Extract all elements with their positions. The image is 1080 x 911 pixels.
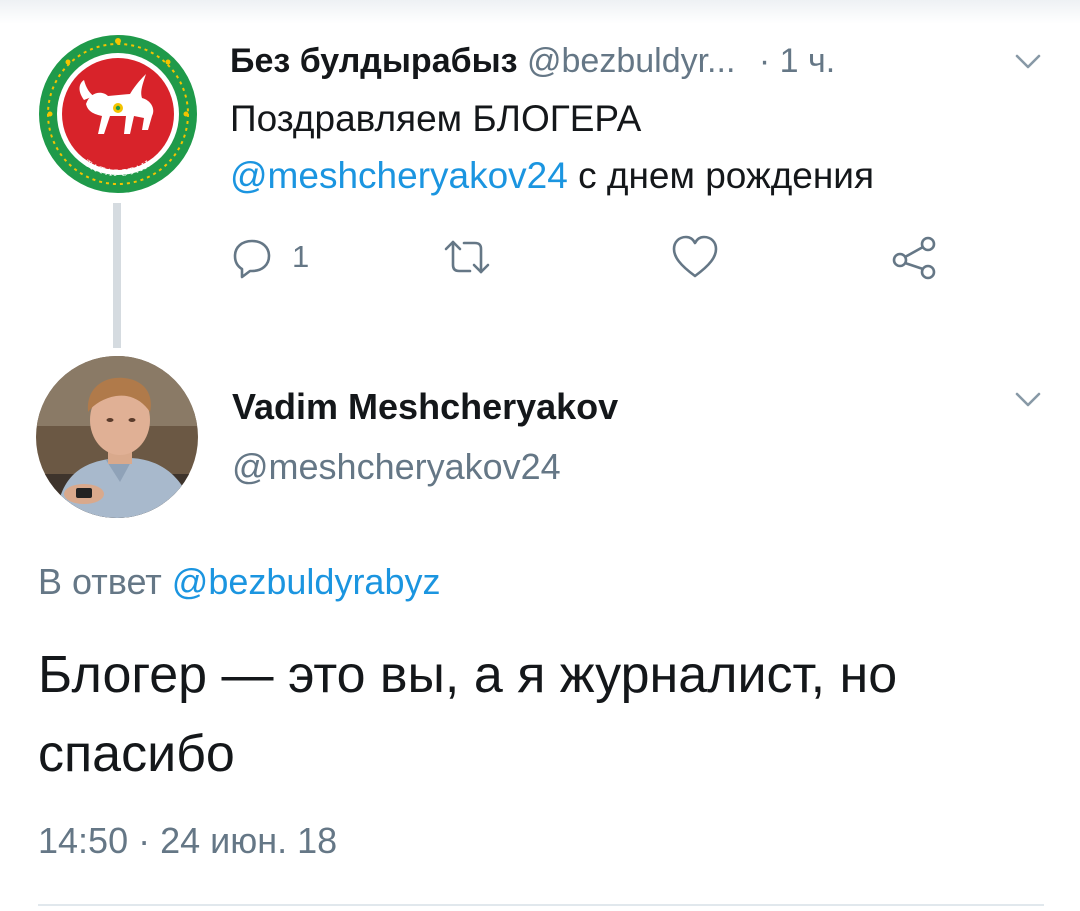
parent-tweet-time: 1 ч.	[779, 42, 836, 80]
share-button[interactable]	[890, 232, 940, 282]
tatarstan-emblem-icon: ТАТАРСТАН	[39, 35, 197, 193]
replying-to-label: В ответ	[38, 561, 162, 602]
tweet-timestamp[interactable]: 14:50 · 24 июн. 18	[38, 818, 337, 864]
parent-tweet-text-line: @meshcheryakov24 с днем рождения	[230, 147, 1050, 204]
retweet-button[interactable]	[440, 232, 494, 282]
reply-icon	[233, 239, 271, 279]
parent-tweet-text-tail: с днем рождения	[567, 155, 874, 196]
replying-to-mention[interactable]: @bezbuldyrabyz	[172, 561, 441, 602]
top-shade	[0, 0, 1080, 24]
parent-tweet-actions: 1	[230, 232, 990, 292]
author-name[interactable]: Vadim Meshcheryakov	[232, 384, 618, 430]
retweet-icon	[444, 240, 490, 274]
chevron-down-icon	[1015, 54, 1041, 69]
chevron-down-icon	[1015, 392, 1041, 407]
mention-link[interactable]: @meshcheryakov24	[230, 155, 568, 196]
author-avatar[interactable]	[36, 356, 198, 518]
parent-tweet-header: Без булдырабыз @bezbuldyr... · 1 ч.	[230, 36, 1030, 86]
replying-to: В ответ @bezbuldyrabyz	[38, 559, 440, 605]
parent-tweet-menu-button[interactable]	[1013, 52, 1043, 72]
avatar-photo-image	[36, 356, 198, 518]
share-icon	[892, 236, 936, 280]
parent-tweet-text-line: Поздравляем БЛОГЕРА	[230, 98, 642, 139]
reply-count: 1	[292, 239, 310, 274]
tweet-menu-button[interactable]	[1013, 390, 1043, 410]
parent-author-name[interactable]: Без булдырабыз	[230, 42, 518, 80]
like-button[interactable]	[670, 232, 720, 282]
reply-button[interactable]: 1	[230, 232, 309, 282]
time-separator: ·	[758, 42, 771, 80]
parent-tweet-text: Поздравляем БЛОГЕРА @meshcheryakov24 с д…	[230, 90, 1050, 204]
parent-author-handle[interactable]: @bezbuldyr...	[527, 42, 735, 80]
author-handle[interactable]: @meshcheryakov24	[232, 444, 561, 490]
like-icon	[672, 235, 718, 278]
tweet-text: Блогер — это вы, а я журналист, но спаси…	[38, 646, 898, 783]
thread-connector-line	[113, 203, 121, 348]
divider	[38, 904, 1044, 906]
parent-avatar[interactable]: ТАТАРСТАН	[38, 34, 198, 194]
